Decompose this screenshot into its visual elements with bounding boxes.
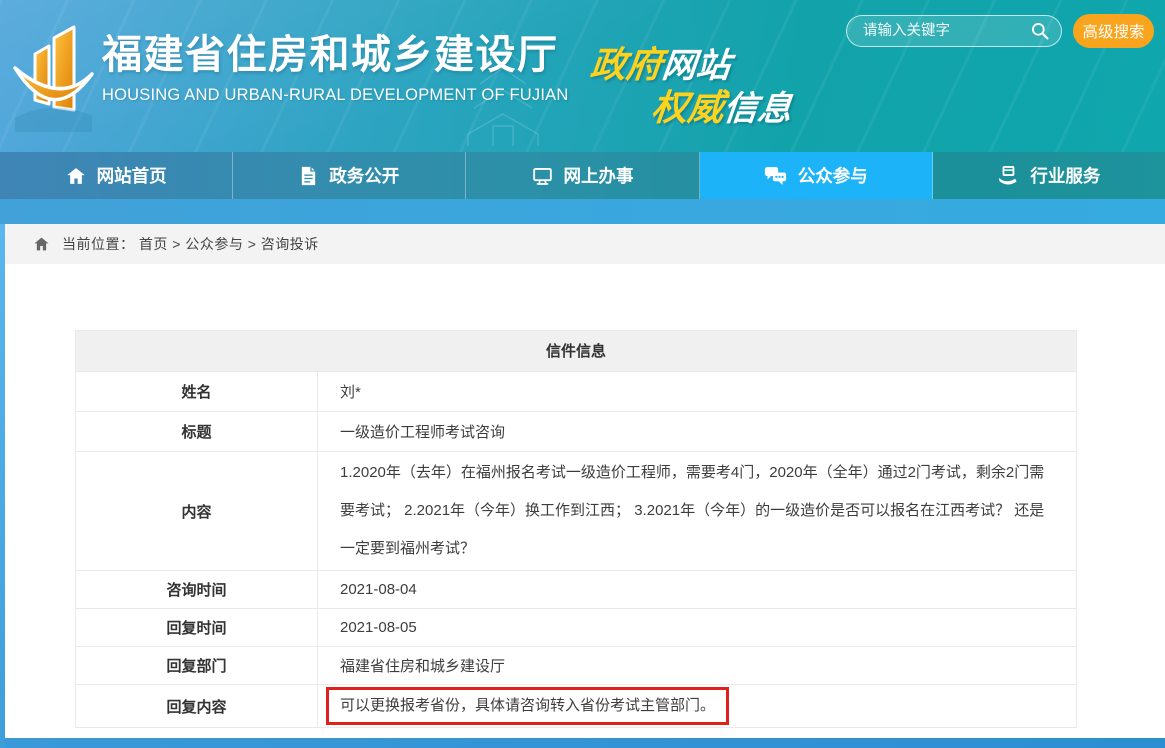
- nav-item-label: 网站首页: [97, 163, 167, 188]
- table-row-content: 内容 1.2020年（去年）在福州报名考试一级造价工程师，需要考4门，2020年…: [75, 452, 1077, 571]
- table-row-reply-department: 回复部门 福建省住房和城乡建设厅: [75, 647, 1077, 685]
- letter-info-table: 信件信息 姓名 刘* 标题 一级造价工程师考试咨询 内容 1.2020年（去年）…: [75, 330, 1077, 728]
- nav-bottom-strip: [0, 199, 1165, 224]
- nav-item-label: 行业服务: [1030, 163, 1100, 188]
- nav-item-label: 网上办事: [564, 163, 634, 188]
- nav-item-label: 政务公开: [329, 163, 399, 188]
- row-label: 咨询时间: [76, 571, 318, 608]
- hand-service-icon: [997, 166, 1019, 186]
- table-row-reply-content: 回复内容 可以更换报考省份，具体请咨询转入省份考试主管部门。: [75, 685, 1077, 728]
- pagoda-watermark-icon: [438, 26, 568, 148]
- slogan-line2-accent: 权威: [650, 87, 726, 128]
- home-icon[interactable]: [33, 236, 50, 252]
- nav-item-gov-info[interactable]: 政务公开: [233, 152, 466, 199]
- nav-item-industry-services[interactable]: 行业服务: [933, 152, 1165, 199]
- table-row-title: 标题 一级造价工程师考试咨询: [75, 412, 1077, 452]
- row-label: 姓名: [76, 372, 318, 411]
- nav-item-online-services[interactable]: 网上办事: [466, 152, 699, 199]
- row-value: 可以更换报考省份，具体请咨询转入省份考试主管部门。: [318, 685, 1076, 727]
- chat-bubbles-icon: [764, 166, 787, 186]
- row-value: 刘*: [318, 372, 1076, 411]
- site-slogan: 政府网站 权威信息: [584, 46, 799, 127]
- row-label: 标题: [76, 412, 318, 451]
- row-label: 回复部门: [76, 647, 318, 684]
- page-left-edge-decoration: [0, 224, 5, 748]
- table-row-reply-date: 回复时间 2021-08-05: [75, 609, 1077, 647]
- row-label: 回复内容: [76, 685, 318, 727]
- slogan-line1-accent: 政府: [588, 44, 664, 85]
- row-label: 回复时间: [76, 609, 318, 646]
- search-box: [846, 15, 1062, 47]
- row-value: 1.2020年（去年）在福州报名考试一级造价工程师，需要考4门，2020年（全年…: [318, 452, 1076, 570]
- home-icon: [66, 166, 86, 186]
- slogan-line2-rest: 信息: [722, 90, 794, 128]
- footer-strip: [0, 738, 1165, 748]
- highlighted-reply-annotation: 可以更换报考省份，具体请咨询转入省份考试主管部门。: [326, 687, 729, 725]
- slogan-line1-rest: 网站: [660, 47, 732, 85]
- building-crescent-logo-icon: [8, 14, 98, 138]
- row-value: 2021-08-05: [318, 609, 1076, 646]
- search-icon[interactable]: [1030, 21, 1050, 41]
- site-logo[interactable]: [8, 14, 98, 138]
- page: 福建省住房和城乡建设厅 HOUSING AND URBAN-RURAL DEVE…: [0, 0, 1165, 748]
- breadcrumb: 当前位置： 首页 > 公众参与 > 咨询投诉: [5, 224, 1165, 264]
- site-header: 福建省住房和城乡建设厅 HOUSING AND URBAN-RURAL DEVE…: [0, 0, 1165, 152]
- table-row-name: 姓名 刘*: [75, 372, 1077, 412]
- nav-item-public-participation[interactable]: 公众参与: [700, 152, 933, 199]
- document-icon: [299, 166, 318, 186]
- main-content: 信件信息 姓名 刘* 标题 一级造价工程师考试咨询 内容 1.2020年（去年）…: [0, 264, 1165, 738]
- row-value: 2021-08-04: [318, 571, 1076, 608]
- table-title: 信件信息: [75, 330, 1077, 372]
- row-value: 福建省住房和城乡建设厅: [318, 647, 1076, 684]
- row-label: 内容: [76, 452, 318, 570]
- advanced-search-button[interactable]: 高级搜索: [1073, 14, 1154, 48]
- table-row-inquiry-date: 咨询时间 2021-08-04: [75, 571, 1077, 609]
- nav-item-label: 公众参与: [798, 163, 868, 188]
- main-nav: 网站首页 政务公开 网上办事: [0, 152, 1165, 199]
- monitor-icon: [532, 166, 553, 186]
- breadcrumb-text[interactable]: 当前位置： 首页 > 公众参与 > 咨询投诉: [62, 234, 319, 254]
- row-value: 一级造价工程师考试咨询: [318, 412, 1076, 451]
- nav-item-home[interactable]: 网站首页: [0, 152, 233, 199]
